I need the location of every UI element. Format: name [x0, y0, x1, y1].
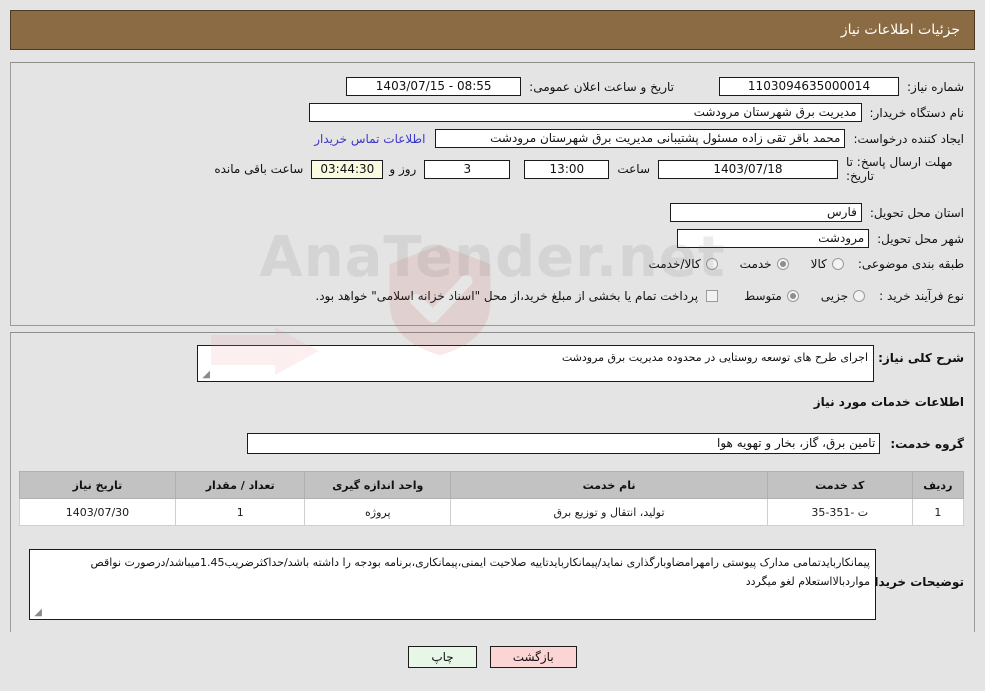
city-value: مرودشت — [677, 229, 870, 248]
deadline-date-value: 1403/07/18 — [658, 159, 838, 179]
deadline-label: مهلت ارسال پاسخ: تا تاریخ: — [846, 155, 953, 183]
general-description-textarea[interactable]: اجرای طرح های توسعه روستایی در محدوده مد… — [197, 345, 874, 382]
field-request-creator: ایجاد کننده درخواست: محمد باقر تقی زاده … — [314, 129, 964, 148]
field-general-description: شرح کلی نیاز: — [878, 351, 964, 365]
col-quantity: تعداد / مقدار — [174, 471, 306, 499]
radio-goods-service[interactable] — [705, 258, 718, 270]
service-group-value: تامین برق، گاز، بخار و تهویه هوا — [247, 433, 881, 454]
cell-service-name: تولید، انتقال و توزیع برق — [450, 498, 768, 526]
buyer-notes-textarea[interactable]: پیمانکاربایدتمامی مدارک پیوستی رامهرامضا… — [29, 549, 876, 620]
province-value: فارس — [669, 203, 862, 222]
cell-service-code: ت -351-35 — [766, 498, 913, 526]
process-option-medium-label: متوسط — [744, 289, 782, 303]
table-header-row: ردیف کد خدمت نام خدمت واحد اندازه گیری ت… — [19, 471, 965, 499]
description-label: شرح کلی نیاز: — [878, 351, 964, 365]
process-option-minor[interactable]: جزیی — [820, 289, 866, 303]
buyer-notes-value: پیمانکاربایدتمامی مدارک پیوستی رامهرامضا… — [90, 556, 870, 588]
countdown-timer-value: 03:44:30 — [311, 159, 384, 179]
city-label: شهر محل تحویل: — [877, 231, 964, 246]
announce-value: 08:55 - 1403/07/15 — [346, 77, 522, 96]
cell-unit: پروژه — [304, 498, 452, 526]
province-label: استان محل تحویل: — [869, 205, 964, 220]
cell-quantity: 1 — [174, 498, 306, 526]
print-button[interactable]: چاپ — [408, 646, 477, 668]
announce-label: تاریخ و ساعت اعلان عمومی: — [529, 79, 674, 94]
services-table: ردیف کد خدمت نام خدمت واحد اندازه گیری ت… — [19, 471, 965, 526]
services-section-heading: اطلاعات خدمات مورد نیاز — [813, 395, 964, 409]
back-button[interactable]: بازگشت — [489, 646, 577, 668]
creator-label: ایجاد کننده درخواست: — [853, 131, 964, 146]
category-option-service-label: خدمت — [739, 257, 772, 271]
category-option-goods-service[interactable]: کالا/خدمت — [648, 257, 718, 271]
field-delivery-province: استان محل تحویل: فارس — [669, 203, 964, 222]
category-option-goods-label: کالا — [810, 257, 827, 271]
general-description-value: اجرای طرح های توسعه روستایی در محدوده مد… — [561, 351, 868, 364]
field-service-group: گروه خدمت: تامین برق، گاز، بخار و تهویه … — [247, 433, 964, 454]
col-need-date: تاریخ نیاز — [19, 471, 176, 499]
field-delivery-city: شهر محل تحویل: مرودشت — [677, 229, 964, 248]
treasury-note-label: پرداخت تمام یا بخشی از مبلغ خرید،از محل … — [315, 289, 699, 303]
need-number-label: شماره نیاز: — [907, 79, 964, 94]
hour-label: ساعت — [617, 162, 650, 176]
radio-goods[interactable] — [831, 258, 844, 270]
field-buyer-notes-label: توضیحات خریدار: — [863, 575, 964, 589]
page-header: جزئیات اطلاعات نیاز — [10, 10, 975, 50]
col-unit: واحد اندازه گیری — [304, 471, 452, 499]
field-announce-datetime: تاریخ و ساعت اعلان عمومی: 08:55 - 1403/0… — [346, 77, 674, 96]
buyer-notes-label: توضیحات خریدار: — [862, 575, 964, 589]
page-title: جزئیات اطلاعات نیاز — [840, 22, 960, 38]
category-option-goods[interactable]: کالا — [811, 257, 844, 271]
treasury-bond-checkbox[interactable] — [706, 290, 719, 302]
resize-grip-icon[interactable]: ◢ — [200, 370, 210, 380]
timer-suffix-label: ساعت باقی مانده — [214, 162, 304, 176]
action-button-bar: بازگشت چاپ — [0, 646, 985, 668]
field-need-number: شماره نیاز: 1103094635000014 — [719, 77, 964, 96]
cell-row-no: 1 — [911, 498, 965, 526]
table-row: 1 ت -351-35 تولید، انتقال و توزیع برق پر… — [19, 498, 965, 526]
resize-grip-icon-notes[interactable]: ◢ — [32, 608, 42, 618]
col-row-no: ردیف — [911, 471, 965, 499]
buyer-org-value: مدیریت برق شهرستان مرودشت — [308, 103, 862, 122]
process-option-medium[interactable]: متوسط — [744, 289, 799, 303]
need-number-value: 1103094635000014 — [719, 77, 899, 96]
days-unit-label: روز و — [389, 162, 417, 176]
cell-need-date: 1403/07/30 — [19, 498, 176, 526]
process-option-minor-label: جزیی — [820, 289, 849, 303]
process-label: نوع فرآیند خرید : — [879, 289, 964, 303]
deadline-hour-value: 13:00 — [524, 159, 610, 179]
need-info-panel: شماره نیاز: 1103094635000014 تاریخ و ساع… — [10, 62, 975, 326]
service-group-label: گروه خدمت: — [890, 436, 964, 451]
field-response-deadline: مهلت ارسال پاسخ: تا تاریخ: 1403/07/18 سا… — [214, 155, 964, 183]
service-details-panel: شرح کلی نیاز: اجرای طرح های توسعه روستای… — [10, 332, 975, 632]
buyer-contact-link[interactable]: اطلاعات تماس خریدار — [314, 132, 425, 146]
radio-minor[interactable] — [853, 290, 866, 302]
category-option-service[interactable]: خدمت — [740, 257, 789, 271]
days-remaining-value: 3 — [424, 159, 511, 179]
col-service-name: نام خدمت — [450, 471, 768, 499]
buyer-org-label: نام دستگاه خریدار: — [869, 105, 965, 120]
category-option-goods-service-label: کالا/خدمت — [648, 257, 701, 271]
category-label: طبقه بندی موضوعی: — [857, 257, 964, 271]
col-service-code: کد خدمت — [766, 471, 913, 499]
field-purchase-process: نوع فرآیند خرید : جزیی متوسط پرداخت تمام… — [315, 289, 964, 303]
field-buyer-org: نام دستگاه خریدار: مدیریت برق شهرستان مر… — [308, 103, 965, 122]
radio-service[interactable] — [776, 258, 789, 270]
field-subject-category: طبقه بندی موضوعی: کالا خدمت کالا/خدمت — [648, 257, 964, 271]
radio-medium[interactable] — [786, 290, 799, 302]
creator-value: محمد باقر تقی زاده مسئول پشتیبانی مدیریت… — [435, 129, 846, 148]
